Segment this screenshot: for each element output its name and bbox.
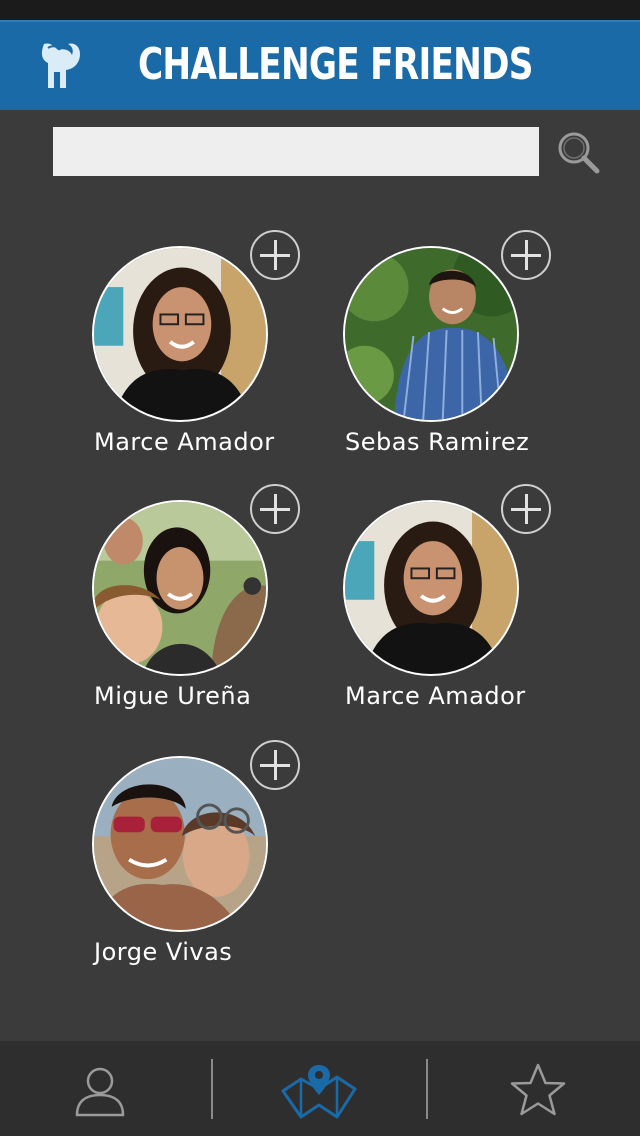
search-input[interactable]	[53, 127, 539, 176]
search-button[interactable]	[552, 126, 604, 178]
add-friend-button[interactable]	[250, 484, 300, 534]
add-friend-button[interactable]	[250, 740, 300, 790]
add-friend-button[interactable]	[501, 484, 551, 534]
friend-name: Sebas Ramirez	[345, 428, 530, 456]
profile-icon	[75, 1067, 125, 1117]
friend-avatar[interactable]	[92, 756, 268, 932]
friend-photo	[94, 502, 266, 674]
friend-avatar[interactable]	[343, 500, 519, 676]
friend-avatar[interactable]	[92, 246, 268, 422]
friend-card: Marce Amador	[343, 484, 583, 734]
add-friend-button[interactable]	[250, 230, 300, 280]
friend-photo	[345, 502, 517, 674]
friend-avatar[interactable]	[343, 246, 519, 422]
friend-card: Sebas Ramirez	[343, 230, 583, 480]
friend-card: Marce Amador	[92, 230, 332, 480]
tab-favorites[interactable]	[428, 1041, 640, 1136]
add-friend-button[interactable]	[501, 230, 551, 280]
goat-logo-icon	[41, 43, 80, 88]
friend-photo	[94, 758, 266, 930]
search-icon	[558, 132, 600, 174]
bottom-tab-bar	[0, 1041, 640, 1136]
friend-name: Marce Amador	[345, 682, 526, 710]
star-icon	[510, 1063, 566, 1116]
friend-name: Migue Ureña	[94, 682, 252, 710]
tab-profile[interactable]	[0, 1041, 212, 1136]
friend-card: Jorge Vivas	[92, 740, 332, 990]
page-title: CHALLENGE FRIENDS	[138, 39, 533, 90]
friend-photo	[345, 248, 517, 420]
friend-avatar[interactable]	[92, 500, 268, 676]
map-icon	[281, 1065, 357, 1119]
header-bar: CHALLENGE FRIENDS	[0, 20, 640, 110]
friend-card: Migue Ureña	[92, 484, 332, 734]
challenge-friends-screen: CHALLENGE FRIENDS Marce Amador Sebas Ram…	[0, 0, 640, 1136]
status-bar	[0, 0, 640, 20]
friend-name: Jorge Vivas	[94, 938, 233, 966]
tab-map[interactable]	[213, 1041, 425, 1136]
friend-photo	[94, 248, 266, 420]
friend-name: Marce Amador	[94, 428, 275, 456]
